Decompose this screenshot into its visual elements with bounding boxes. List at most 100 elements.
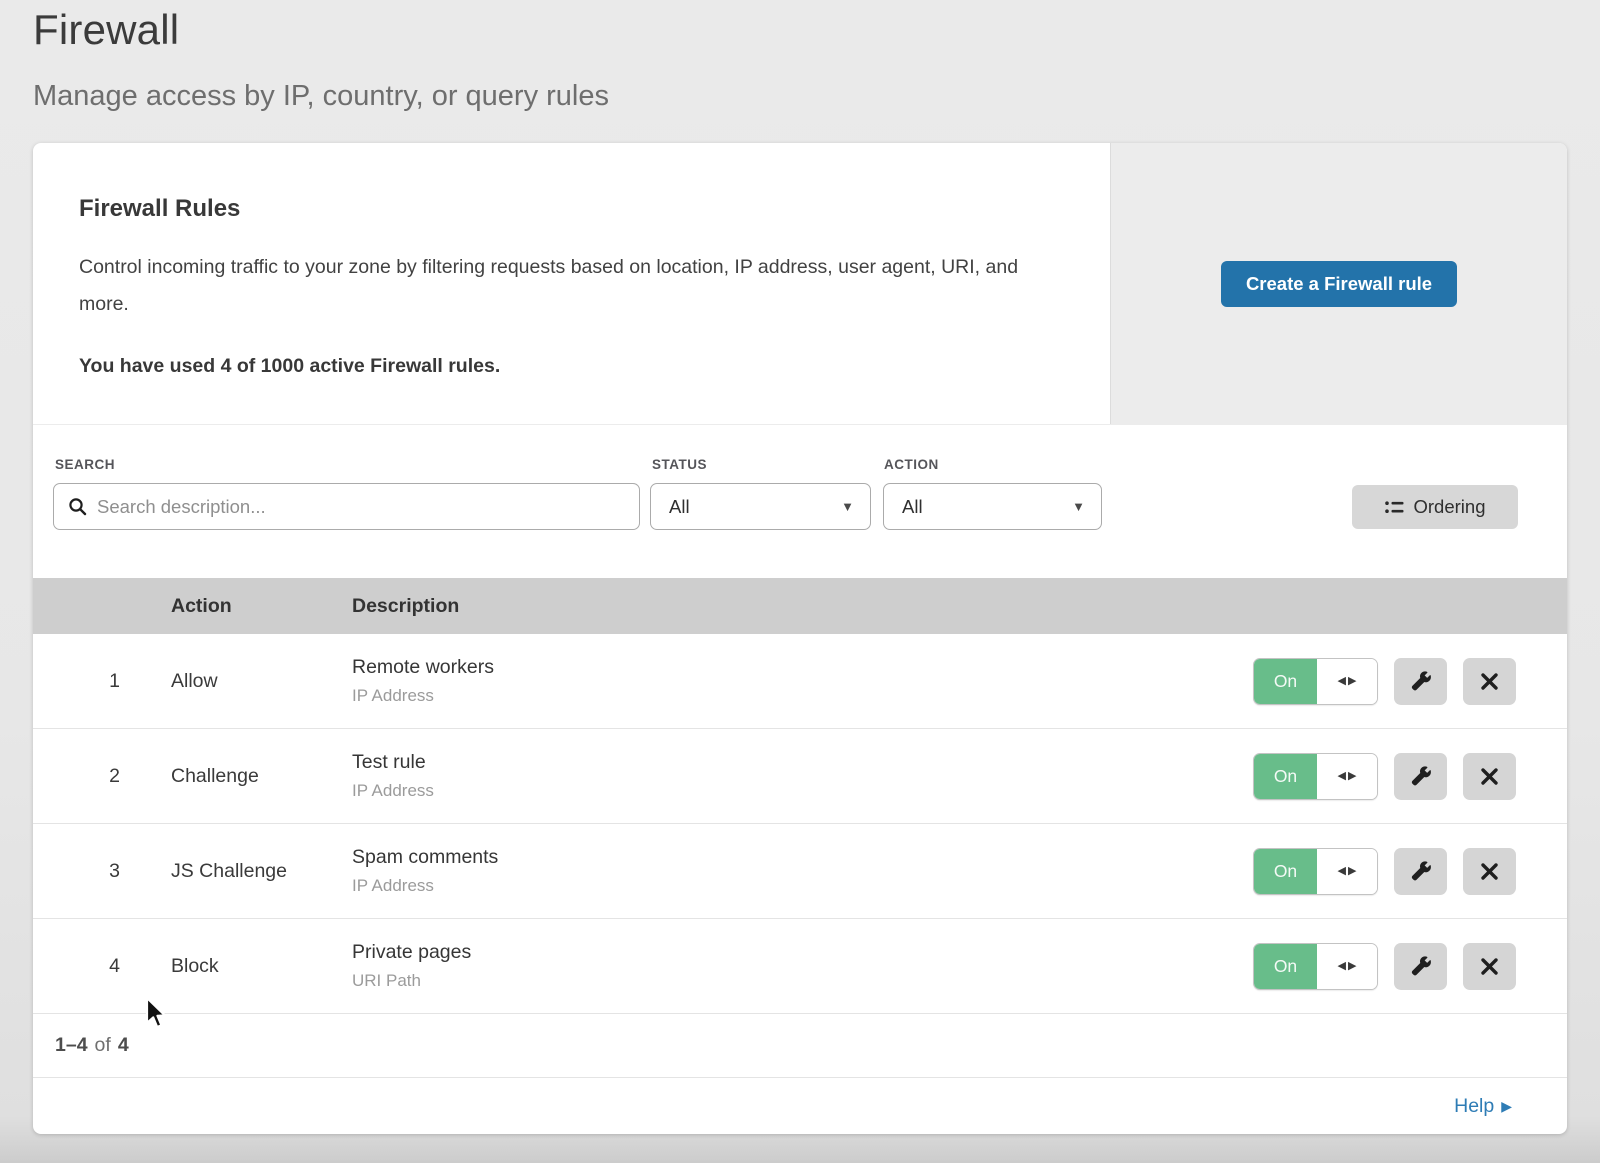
rule-controls: On ◀ ▶ — [1253, 658, 1567, 705]
header-description-column: Description — [352, 595, 1567, 618]
toggle-left-arrow-icon: ◀ — [1338, 676, 1346, 687]
card-action-area: Create a Firewall rule — [1110, 143, 1567, 424]
toggle-right-arrow-icon: ▶ — [1348, 676, 1356, 687]
page-subtitle: Manage access by IP, country, or query r… — [33, 80, 1600, 113]
rule-description-cell: Private pages URI Path — [352, 941, 1253, 991]
rule-description-cell: Test rule IP Address — [352, 751, 1253, 801]
rule-row: 4 Block Private pages URI Path On ◀ ▶ — [33, 919, 1567, 1014]
chevron-down-icon: ▼ — [1072, 499, 1085, 514]
close-icon — [1480, 767, 1499, 786]
rule-action: JS Challenge — [171, 860, 352, 883]
create-firewall-rule-button[interactable]: Create a Firewall rule — [1221, 261, 1457, 307]
help-link-label: Help — [1454, 1095, 1494, 1118]
toggle-handle[interactable]: ◀ ▶ — [1317, 754, 1377, 799]
rule-number: 2 — [33, 765, 171, 788]
toggle-left-arrow-icon: ◀ — [1338, 961, 1346, 972]
edit-rule-button[interactable] — [1394, 943, 1447, 990]
action-label: ACTION — [884, 457, 939, 472]
toggle-right-arrow-icon: ▶ — [1348, 771, 1356, 782]
search-box[interactable] — [53, 483, 640, 530]
close-icon — [1480, 672, 1499, 691]
search-input[interactable] — [97, 496, 625, 518]
rule-description: Spam comments — [352, 846, 1253, 869]
delete-rule-button[interactable] — [1463, 848, 1516, 895]
rule-match-type: URI Path — [352, 971, 1253, 991]
toggle-right-arrow-icon: ▶ — [1348, 961, 1356, 972]
rule-row: 1 Allow Remote workers IP Address On ◀ ▶ — [33, 634, 1567, 729]
rule-description-cell: Spam comments IP Address — [352, 846, 1253, 896]
rule-number: 3 — [33, 860, 171, 883]
chevron-down-icon: ▼ — [841, 499, 854, 514]
edit-rule-button[interactable] — [1394, 848, 1447, 895]
rule-action: Block — [171, 955, 352, 978]
toggle-on-label: On — [1254, 944, 1317, 989]
rule-toggle[interactable]: On ◀ ▶ — [1253, 658, 1378, 705]
rule-number: 4 — [33, 955, 171, 978]
status-label: STATUS — [652, 457, 707, 472]
rule-toggle[interactable]: On ◀ ▶ — [1253, 753, 1378, 800]
edit-rule-button[interactable] — [1394, 753, 1447, 800]
rule-controls: On ◀ ▶ — [1253, 753, 1567, 800]
toggle-handle[interactable]: ◀ ▶ — [1317, 659, 1377, 704]
card-usage: You have used 4 of 1000 active Firewall … — [79, 355, 1050, 378]
wrench-icon — [1410, 860, 1432, 882]
pagination-of: of — [95, 1034, 111, 1057]
rules-table-header: Action Description — [33, 578, 1567, 634]
rule-row: 2 Challenge Test rule IP Address On ◀ ▶ — [33, 729, 1567, 824]
delete-rule-button[interactable] — [1463, 753, 1516, 800]
toggle-handle[interactable]: ◀ ▶ — [1317, 944, 1377, 989]
rule-description-cell: Remote workers IP Address — [352, 656, 1253, 706]
rule-description: Private pages — [352, 941, 1253, 964]
firewall-rules-card-text: Firewall Rules Control incoming traffic … — [33, 143, 1110, 424]
rule-number: 1 — [33, 670, 171, 693]
status-select[interactable]: All ▼ — [650, 483, 871, 530]
rule-match-type: IP Address — [352, 781, 1253, 801]
ordering-list-icon — [1385, 500, 1404, 515]
ordering-button[interactable]: Ordering — [1352, 485, 1518, 529]
rule-action: Challenge — [171, 765, 352, 788]
firewall-rules-card: Firewall Rules Control incoming traffic … — [33, 143, 1567, 425]
card-title: Firewall Rules — [79, 195, 1050, 223]
toggle-left-arrow-icon: ◀ — [1338, 771, 1346, 782]
close-icon — [1480, 862, 1499, 881]
ordering-button-label: Ordering — [1414, 496, 1486, 518]
pagination-range: 1–4 — [55, 1034, 88, 1057]
delete-rule-button[interactable] — [1463, 658, 1516, 705]
toggle-on-label: On — [1254, 659, 1317, 704]
filters-bar: SEARCH STATUS All ▼ ACTION All ▼ Or — [33, 425, 1567, 578]
page-header: Firewall Manage access by IP, country, o… — [0, 0, 1600, 113]
pagination: 1–4 of 4 — [33, 1014, 1567, 1078]
toggle-left-arrow-icon: ◀ — [1338, 866, 1346, 877]
toggle-handle[interactable]: ◀ ▶ — [1317, 849, 1377, 894]
card-description: Control incoming traffic to your zone by… — [79, 249, 1039, 323]
close-icon — [1480, 957, 1499, 976]
rule-toggle[interactable]: On ◀ ▶ — [1253, 943, 1378, 990]
status-select-value: All — [669, 496, 690, 518]
rule-match-type: IP Address — [352, 686, 1253, 706]
help-arrow-icon: ▶ — [1501, 1098, 1512, 1115]
rule-controls: On ◀ ▶ — [1253, 943, 1567, 990]
header-action-column: Action — [171, 595, 352, 618]
rule-description: Test rule — [352, 751, 1253, 774]
rule-toggle[interactable]: On ◀ ▶ — [1253, 848, 1378, 895]
pagination-total: 4 — [118, 1034, 129, 1057]
page-title: Firewall — [33, 6, 1600, 54]
help-row: Help ▶ — [33, 1078, 1567, 1134]
search-label: SEARCH — [55, 457, 115, 472]
rule-description: Remote workers — [352, 656, 1253, 679]
rule-controls: On ◀ ▶ — [1253, 848, 1567, 895]
delete-rule-button[interactable] — [1463, 943, 1516, 990]
toggle-on-label: On — [1254, 849, 1317, 894]
action-select-value: All — [902, 496, 923, 518]
rule-match-type: IP Address — [352, 876, 1253, 896]
main-panel: Firewall Rules Control incoming traffic … — [33, 143, 1567, 1134]
toggle-on-label: On — [1254, 754, 1317, 799]
rule-action: Allow — [171, 670, 352, 693]
toggle-right-arrow-icon: ▶ — [1348, 866, 1356, 877]
edit-rule-button[interactable] — [1394, 658, 1447, 705]
wrench-icon — [1410, 765, 1432, 787]
wrench-icon — [1410, 955, 1432, 977]
help-link[interactable]: Help ▶ — [1454, 1095, 1512, 1118]
action-select[interactable]: All ▼ — [883, 483, 1102, 530]
wrench-icon — [1410, 670, 1432, 692]
